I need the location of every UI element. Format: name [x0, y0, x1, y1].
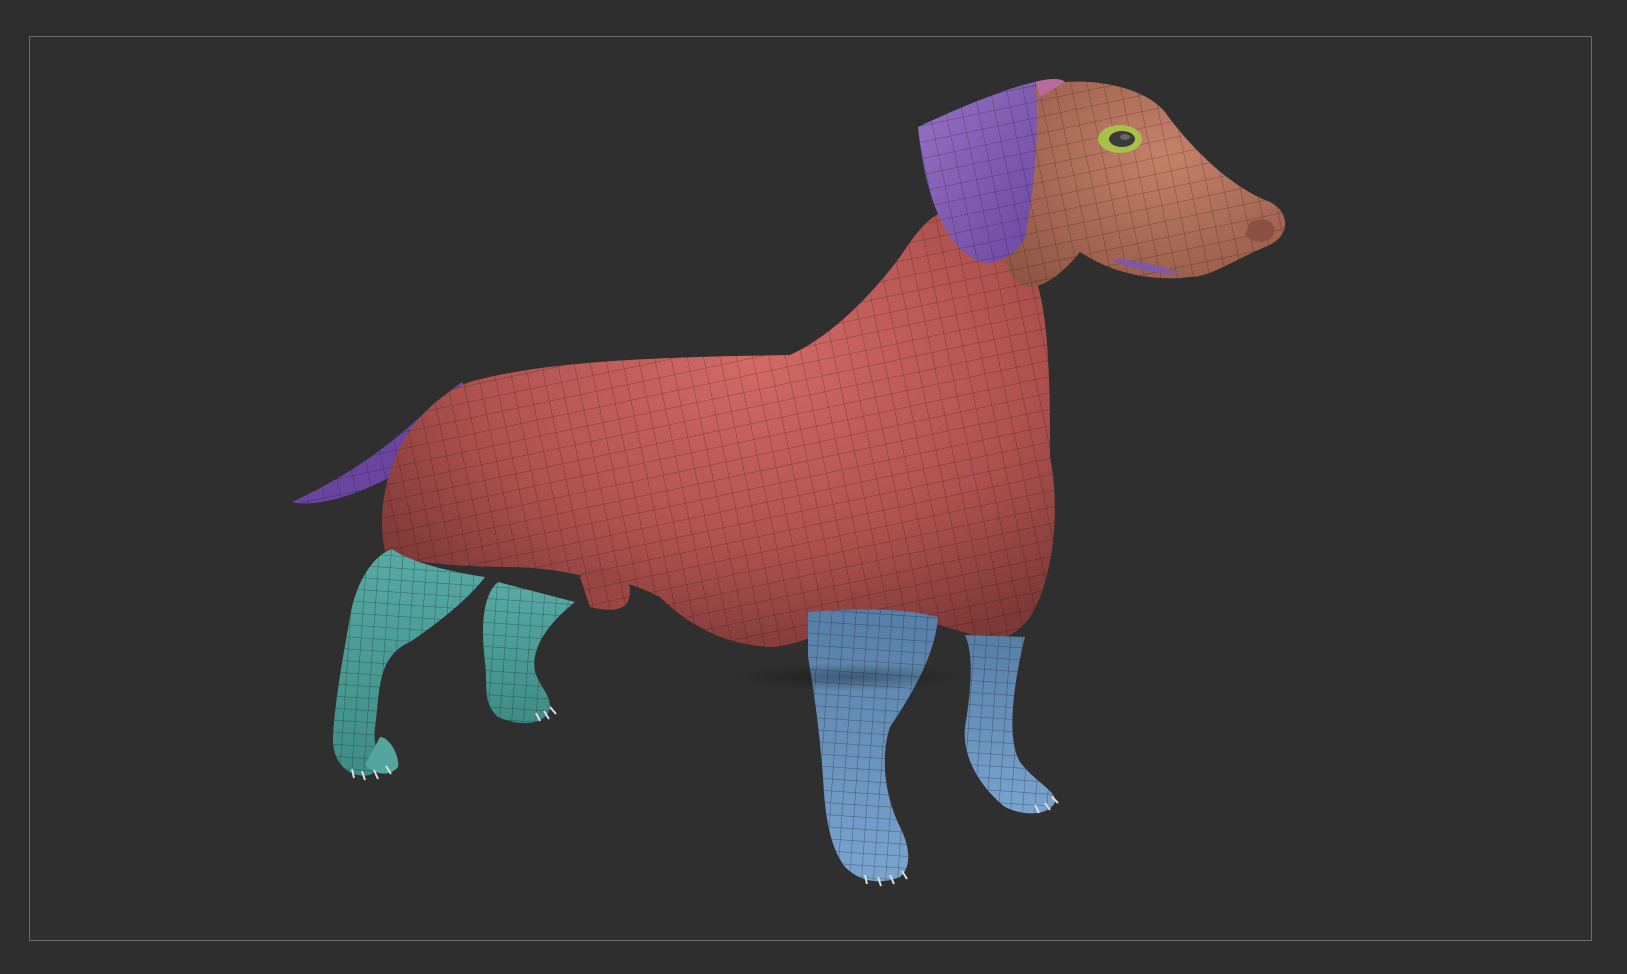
- hind-leg-far: [483, 582, 575, 724]
- hind-leg-near: [332, 549, 485, 781]
- 3d-viewport[interactable]: [29, 36, 1592, 941]
- eye-icon: [1098, 125, 1142, 153]
- dog-model[interactable]: [30, 37, 1591, 940]
- ground-shadow: [730, 663, 970, 691]
- front-leg-far: [964, 635, 1059, 814]
- body-polygroup: [381, 207, 1055, 647]
- front-leg-near: [808, 609, 938, 887]
